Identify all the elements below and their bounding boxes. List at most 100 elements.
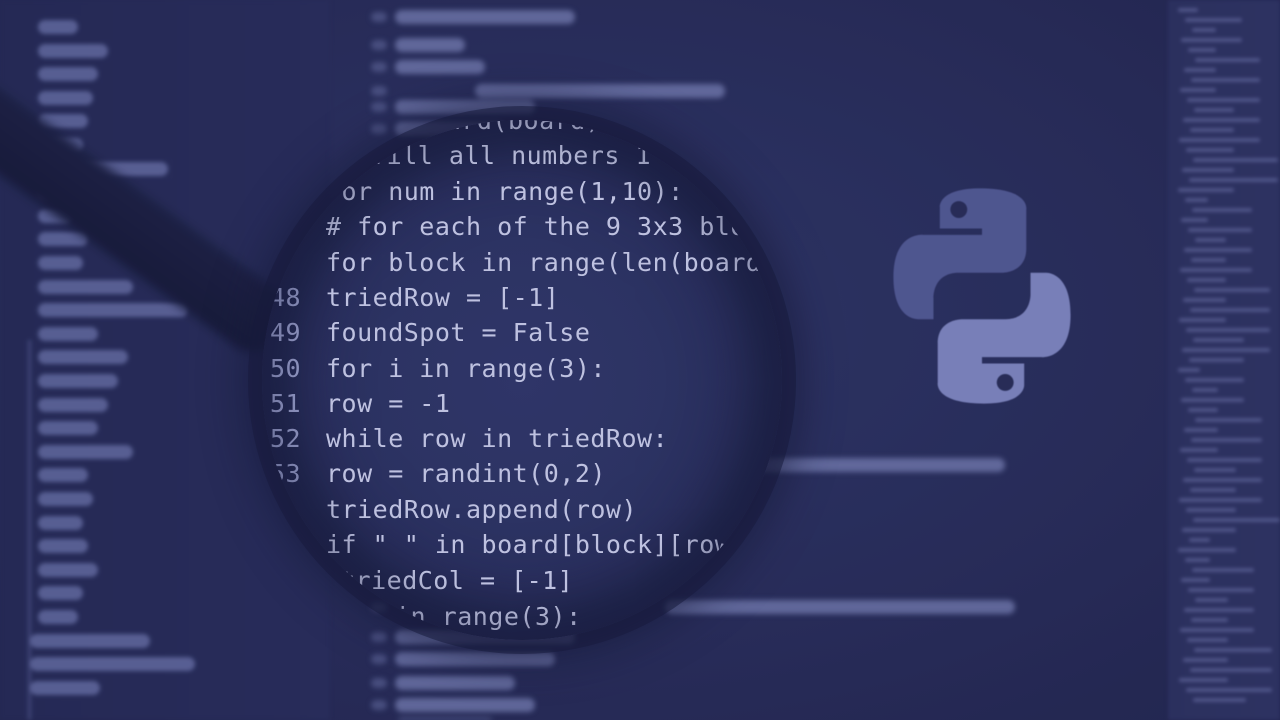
- blurred-code-row: [395, 10, 575, 24]
- line-number: 52: [270, 424, 302, 453]
- minimap-row: [1185, 378, 1244, 382]
- minimap-row: [1186, 148, 1234, 152]
- minimap-row: [1192, 28, 1216, 32]
- blurred-code-row: [755, 458, 1005, 472]
- minimap-row: [1183, 118, 1260, 122]
- code-line: 48 triedRow = [-1]: [270, 281, 559, 315]
- minimap-row: [1187, 458, 1262, 462]
- code-line: 51 row = -1: [270, 387, 450, 421]
- file-tree-item: [30, 680, 100, 695]
- code-text: triedRow.append(row): [326, 495, 638, 524]
- minimap-row: [1188, 48, 1216, 52]
- code-line: if " " in board[block][row: [270, 528, 730, 562]
- minimap-row: [1192, 568, 1254, 572]
- code-text: if " " in board[block][row: [326, 530, 731, 559]
- minimap-row: [1194, 108, 1234, 112]
- minimap-row: [1184, 68, 1216, 72]
- file-tree-item: [38, 43, 108, 58]
- code-text: foundSpot = False: [326, 318, 591, 347]
- minimap-row: [1185, 18, 1242, 22]
- file-tree-item: [38, 562, 98, 577]
- line-number: 48: [270, 283, 302, 312]
- file-tree-item: [30, 657, 195, 672]
- code-text: in range(3):: [395, 602, 582, 631]
- code-line: for num in range(1,10):: [270, 175, 684, 209]
- blurred-line-number: [371, 62, 387, 72]
- minimap-row: [1193, 698, 1246, 702]
- minimap-row: [1181, 218, 1208, 222]
- blurred-code-row: [395, 38, 465, 52]
- blurred-code-row: [395, 698, 535, 712]
- minimap-row: [1183, 298, 1226, 302]
- blurred-line-number: [371, 654, 387, 664]
- minimap-row: [1195, 238, 1226, 242]
- code-line: 7 for block in range(len(board): [270, 246, 777, 280]
- code-text: while row in triedRow:: [326, 424, 669, 453]
- code-text: # for each of the 9 3x3 bloc: [326, 212, 762, 241]
- code-line: triedRow.append(row): [270, 493, 637, 527]
- minimap-row: [1193, 158, 1278, 162]
- minimap-row: [1186, 688, 1272, 692]
- blurred-code-row: [395, 100, 535, 114]
- blurred-code-row: [395, 652, 555, 666]
- blurred-line-number: [371, 86, 387, 96]
- minimap-row: [1191, 438, 1262, 442]
- minimap-row: [1190, 128, 1234, 132]
- blurred-code-row: [395, 60, 485, 74]
- minimap-row: [1195, 58, 1260, 62]
- minimap-row: [1180, 268, 1252, 272]
- line-number: 51: [270, 389, 302, 418]
- minimap-row: [1188, 228, 1252, 232]
- code-line: ne_board(board): [312, 120, 601, 138]
- minimap-row: [1178, 548, 1236, 552]
- code-text: triedRow = [-1]: [326, 283, 560, 312]
- minimap-row: [1180, 628, 1254, 632]
- minimap-row: [1178, 188, 1234, 192]
- code-text: for num in range(1,10):: [326, 177, 684, 206]
- file-tree-item: [30, 633, 150, 648]
- line-number: 50: [270, 354, 302, 383]
- minimap-row: [1191, 258, 1226, 262]
- code-line: in range(3):: [339, 600, 582, 634]
- minimap-row: [1178, 8, 1198, 12]
- minimap-row: [1184, 248, 1252, 252]
- minimap-row: [1181, 578, 1210, 582]
- blurred-line-number: [371, 678, 387, 688]
- minimap-row: [1187, 638, 1228, 642]
- blurred-line-number: [371, 12, 387, 22]
- file-tree-item: [38, 350, 128, 365]
- file-tree-item: [38, 444, 133, 459]
- minimap-row: [1181, 38, 1242, 42]
- minimap-row: [1189, 358, 1244, 362]
- file-tree-item: [38, 374, 118, 388]
- minimap-row: [1195, 598, 1228, 602]
- file-tree-item: [38, 303, 188, 318]
- code-text: for i in range(3):: [326, 354, 606, 383]
- file-tree-item: [38, 20, 78, 34]
- minimap-row: [1184, 428, 1218, 432]
- code-text: for block in range(len(board): [326, 248, 777, 277]
- file-tree-item: [38, 421, 98, 436]
- minimap-row: [1189, 538, 1210, 542]
- code-line: 50 for i in range(3):: [270, 352, 606, 386]
- minimap-row: [1185, 198, 1208, 202]
- minimap-row: [1190, 668, 1272, 672]
- code-line: triedCol = [-1]: [284, 564, 573, 598]
- code-line: 52 while row in triedRow:: [270, 422, 668, 456]
- minimap-row: [1183, 658, 1228, 662]
- code-text: ne_board(board): [368, 120, 602, 135]
- minimap-row: [1179, 138, 1260, 142]
- minimap-row: [1185, 558, 1210, 562]
- minimap-row: [1178, 368, 1200, 372]
- minimap-row: [1193, 518, 1280, 522]
- code-text: triedCol = [-1]: [340, 566, 574, 595]
- blurred-code-row: [395, 676, 515, 690]
- file-tree-item: [38, 468, 88, 483]
- minimap-row: [1192, 388, 1218, 392]
- minimap-row: [1192, 208, 1252, 212]
- line-number: 49: [270, 318, 302, 347]
- python-logo-bottom-eye: [996, 374, 1014, 391]
- code-line: 49 foundSpot = False: [270, 316, 590, 350]
- minimap-row: [1191, 78, 1260, 82]
- minimap-row: [1188, 408, 1218, 412]
